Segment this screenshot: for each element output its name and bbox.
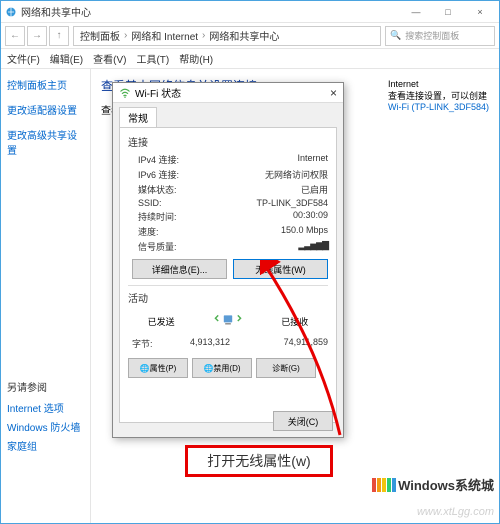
sent-label: 已发送 — [148, 315, 175, 328]
wifi-status-dialog: Wi-Fi 状态 × 常规 连接 IPv4 连接:Internet IPv6 连… — [112, 82, 344, 438]
nav-arrows: ← → ↑ — [5, 26, 69, 46]
breadcrumb-part[interactable]: 控制面板 — [80, 28, 120, 43]
row-bytes: 字节: 4,913,312 74,911,859 — [132, 337, 328, 350]
dialog-title-bar: Wi-Fi 状态 × — [113, 83, 343, 103]
minimize-button[interactable]: — — [401, 3, 431, 21]
menu-edit[interactable]: 编辑(E) — [50, 51, 83, 66]
activity-icon — [214, 311, 242, 331]
close-button[interactable]: × — [465, 3, 495, 21]
title-text: 网络和共享中心 — [5, 4, 401, 19]
annotation-callout: 打开无线属性(w) — [185, 445, 333, 477]
breadcrumb-part[interactable]: 网络和 Internet — [131, 28, 198, 43]
bytes-sent: 4,913,312 — [190, 337, 230, 347]
title-bar: 网络和共享中心 — □ × — [1, 1, 499, 23]
network-icon — [5, 6, 17, 18]
menu-tools[interactable]: 工具(T) — [136, 51, 169, 66]
row-ssid: SSID:TP-LINK_3DF584 — [138, 198, 328, 208]
search-input[interactable]: 🔍 搜索控制面板 — [385, 26, 495, 46]
route-label: 查看连接设置，可以创建 — [388, 89, 489, 102]
sidebar-home[interactable]: 控制面板主页 — [7, 77, 84, 92]
up-button[interactable]: ↑ — [49, 26, 69, 46]
breadcrumb-part[interactable]: 网络和共享中心 — [209, 28, 279, 43]
properties-button[interactable]: 🌐 属性(P) — [128, 358, 188, 378]
see-also-internet-options[interactable]: Internet 选项 — [7, 400, 80, 415]
maximize-button[interactable]: □ — [433, 3, 463, 21]
dialog-close-icon[interactable]: × — [330, 86, 337, 100]
see-also-firewall[interactable]: Windows 防火墙 — [7, 419, 80, 434]
watermark-logo: Windows系统城 — [372, 475, 494, 494]
breadcrumb-path[interactable]: 控制面板 › 网络和 Internet › 网络和共享中心 — [73, 26, 381, 46]
logo-bars-icon — [372, 478, 396, 492]
watermark-text: Windows系统城 — [398, 475, 494, 494]
connection-section-label: 连接 — [128, 134, 328, 149]
search-icon: 🔍 — [390, 30, 401, 41]
menu-view[interactable]: 查看(V) — [93, 51, 126, 66]
menu-help[interactable]: 帮助(H) — [179, 51, 213, 66]
back-button[interactable]: ← — [5, 26, 25, 46]
menu-bar: 文件(F) 编辑(E) 查看(V) 工具(T) 帮助(H) — [1, 49, 499, 69]
breadcrumb-sep: › — [202, 30, 205, 41]
dialog-title: Wi-Fi 状态 — [135, 85, 181, 100]
sidebar-adapter[interactable]: 更改适配器设置 — [7, 102, 84, 117]
window-controls: — □ × — [401, 3, 495, 21]
breadcrumb-bar: ← → ↑ 控制面板 › 网络和 Internet › 网络和共享中心 🔍 搜索… — [1, 23, 499, 49]
activity-row: 已发送 已接收 — [128, 311, 328, 331]
disable-button[interactable]: 🌐 禁用(D) — [192, 358, 252, 378]
divider — [128, 285, 328, 286]
see-also: 另请参阅 Internet 选项 Windows 防火墙 家庭组 — [7, 379, 80, 457]
forward-button[interactable]: → — [27, 26, 47, 46]
wifi-link[interactable]: Wi-Fi (TP-LINK_3DF584) — [388, 102, 489, 112]
internet-label: Internet — [388, 79, 489, 89]
close-dialog-button[interactable]: 关闭(C) — [273, 411, 333, 431]
search-placeholder: 搜索控制面板 — [405, 29, 459, 42]
recv-label: 已接收 — [281, 315, 308, 328]
row-signal: 信号质量:▂▃▅▆▇ — [138, 240, 328, 253]
tab-general[interactable]: 常规 — [119, 107, 157, 127]
menu-file[interactable]: 文件(F) — [7, 51, 40, 66]
bytes-recv: 74,911,859 — [284, 337, 328, 350]
activity-section-label: 活动 — [128, 290, 328, 305]
row-speed: 速度:150.0 Mbps — [138, 225, 328, 238]
see-also-homegroup[interactable]: 家庭组 — [7, 438, 80, 453]
details-button[interactable]: 详细信息(E)... — [132, 259, 227, 279]
sidebar-sharing[interactable]: 更改高级共享设置 — [7, 127, 84, 157]
wireless-properties-button[interactable]: 无线属性(W) — [233, 259, 328, 279]
watermark-url: www.xtLgg.com — [417, 506, 494, 518]
see-also-title: 另请参阅 — [7, 379, 80, 394]
row-duration: 持续时间:00:30:09 — [138, 210, 328, 223]
row-ipv6: IPv6 连接:无网络访问权限 — [138, 168, 328, 181]
window-title: 网络和共享中心 — [21, 4, 91, 19]
wifi-icon — [119, 87, 131, 99]
signal-bars-icon: ▂▃▅▆▇ — [298, 240, 328, 253]
row-media: 媒体状态:已启用 — [138, 183, 328, 196]
row-ipv4: IPv4 连接:Internet — [138, 153, 328, 166]
diagnose-button[interactable]: 诊断(G) — [256, 358, 316, 378]
breadcrumb-sep: › — [124, 30, 127, 41]
dialog-body: 连接 IPv4 连接:Internet IPv6 连接:无网络访问权限 媒体状态… — [119, 127, 337, 423]
